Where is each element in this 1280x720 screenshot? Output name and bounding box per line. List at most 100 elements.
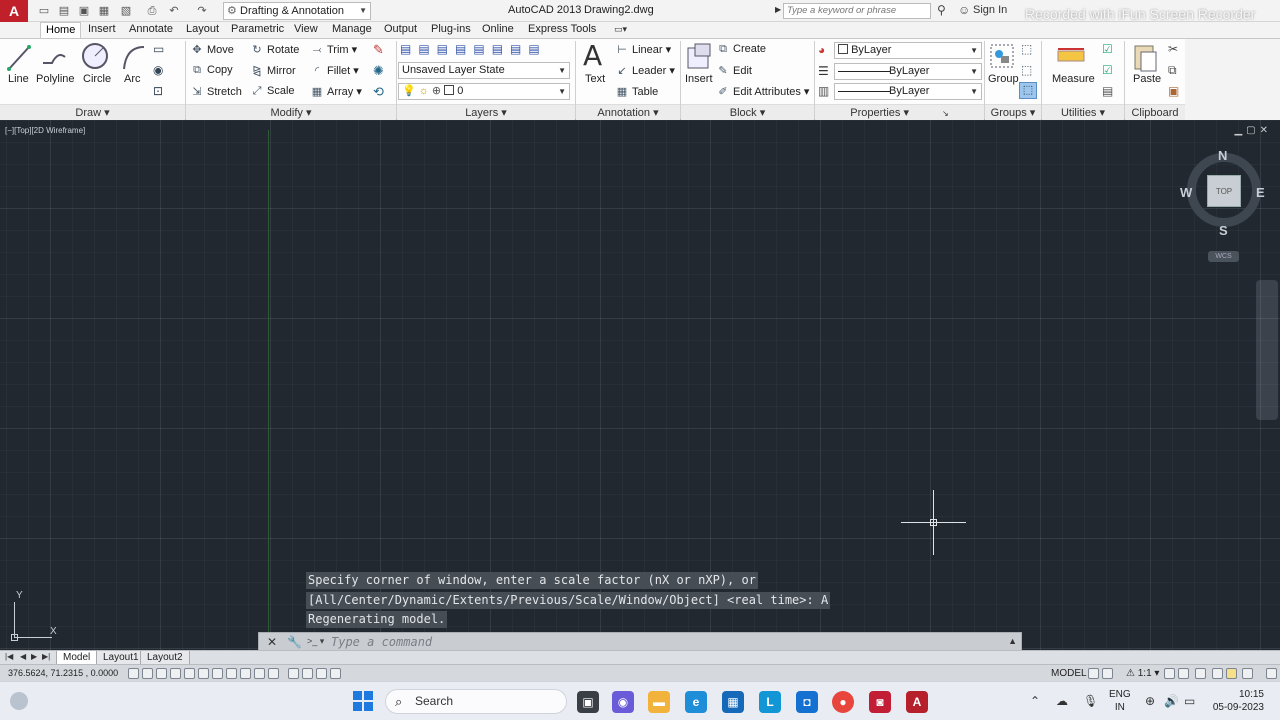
compass-west[interactable]: W xyxy=(1180,185,1192,200)
lineweight-icon[interactable]: ☰ xyxy=(818,64,829,78)
command-input[interactable]: Type a command xyxy=(331,635,432,649)
color-dropdown[interactable]: ByLayer ▼ xyxy=(834,42,982,59)
isolate-objects-icon[interactable] xyxy=(1226,668,1237,679)
lens-app-icon[interactable]: L xyxy=(759,691,781,713)
drawing-canvas[interactable]: [−][Top][2D Wireframe] ▁▢✕ TOP N S E W W… xyxy=(0,120,1280,652)
tab-home[interactable]: Home xyxy=(40,22,82,38)
undo-icon[interactable]: ↶ xyxy=(166,3,182,19)
quick-view-layouts-icon[interactable] xyxy=(1088,668,1099,679)
osnap-icon[interactable] xyxy=(198,668,209,679)
stretch-button[interactable]: ⇲ Stretch xyxy=(190,85,241,98)
hardware-acceleration-icon[interactable] xyxy=(1242,668,1253,679)
otrack-icon[interactable] xyxy=(226,668,237,679)
arc-button[interactable]: Arc xyxy=(124,73,141,85)
linetype-dropdown[interactable]: ByLayer ▼ xyxy=(834,63,982,80)
line-button[interactable]: Line xyxy=(8,73,29,85)
quick-select-icon[interactable]: ☑ xyxy=(1102,42,1113,56)
tab-output[interactable]: Output xyxy=(379,22,422,38)
scale-button[interactable]: ⤢ Scale xyxy=(250,85,295,98)
modify-panel-title[interactable]: Modify ▾ xyxy=(186,104,396,120)
next-tab-icon[interactable]: ▶ xyxy=(31,652,37,661)
auto-scale-icon[interactable] xyxy=(1178,668,1189,679)
create-block-button[interactable]: ⧉ Create xyxy=(716,43,766,56)
zoom-app-icon[interactable]: ◘ xyxy=(796,691,818,713)
chrome-icon[interactable]: ● xyxy=(832,691,854,713)
battery-icon[interactable]: ▭ xyxy=(1184,694,1195,708)
workspace-dropdown[interactable]: ⚙ Drafting & Annotation ▼ xyxy=(223,2,371,20)
tab-parametric[interactable]: Parametric xyxy=(226,22,289,38)
last-tab-icon[interactable]: ▶| xyxy=(42,652,50,661)
onedrive-icon[interactable]: ☁ xyxy=(1056,694,1068,708)
utilities-panel-title[interactable]: Utilities ▾ xyxy=(1042,104,1124,120)
windows-start-icon[interactable] xyxy=(353,691,373,711)
help-search-input[interactable]: Type a keyword or phrase xyxy=(783,3,931,19)
grid-icon[interactable] xyxy=(156,668,167,679)
window-controls[interactable]: ▁▢✕ xyxy=(1234,125,1272,136)
copy-clip-icon[interactable]: ⧉ xyxy=(1168,63,1177,78)
linear-dimension-button[interactable]: ⊢ Linear ▾ xyxy=(615,43,671,56)
autocad-taskbar-icon[interactable]: A xyxy=(906,691,928,713)
match-properties-icon[interactable]: ◕ xyxy=(818,43,825,57)
tab-layout1[interactable]: Layout1 xyxy=(96,651,146,665)
calculator-icon[interactable]: ▤ xyxy=(1102,84,1113,98)
widgets-icon[interactable] xyxy=(10,692,28,710)
region-icon[interactable]: ⊡ xyxy=(153,84,163,98)
lock-icon[interactable] xyxy=(1212,668,1223,679)
navigation-bar[interactable] xyxy=(1256,280,1278,420)
ribbon-toggle-icon[interactable]: ▭▾ xyxy=(614,24,627,35)
group-edit-icon[interactable]: ⬚ xyxy=(1021,63,1032,77)
store-icon[interactable]: ▦ xyxy=(722,691,744,713)
paste-button[interactable]: Paste xyxy=(1133,73,1161,85)
properties-panel-title[interactable]: Properties ▾ ↘ xyxy=(815,104,984,120)
annotation-scale-dropdown[interactable]: ⚠ 1:1 ▾ xyxy=(1126,668,1159,679)
clock[interactable]: 10:15 05-09-2023 xyxy=(1208,688,1264,714)
match-icon[interactable]: ▣ xyxy=(1168,84,1179,98)
application-menu-button[interactable]: A xyxy=(0,0,28,22)
measure-button[interactable]: Measure xyxy=(1052,73,1095,85)
ungroup-icon[interactable]: ⬚ xyxy=(1021,42,1032,56)
ortho-icon[interactable] xyxy=(170,668,181,679)
language-indicator[interactable]: ENG IN xyxy=(1109,688,1131,714)
lineweight-dropdown[interactable]: ByLayer ▼ xyxy=(834,83,982,100)
layer-tools-icons[interactable]: ▤▤▤▤▤▤▤▤ xyxy=(400,42,547,56)
coordinate-readout[interactable]: 376.5624, 71.2315 , 0.0000 xyxy=(8,668,118,678)
draw-panel-title[interactable]: Draw ▾ xyxy=(0,104,185,120)
table-button[interactable]: ▦ Table xyxy=(615,85,659,98)
groups-panel-title[interactable]: Groups ▾ xyxy=(985,104,1041,120)
select-all-icon[interactable]: ☑ xyxy=(1102,63,1113,77)
sign-in-link[interactable]: Sign In xyxy=(973,4,1007,16)
edit-attributes-button[interactable]: ✐ Edit Attributes ▾ xyxy=(716,85,809,98)
ducs-icon[interactable] xyxy=(240,668,251,679)
rotate-button[interactable]: ↻ Rotate xyxy=(250,43,299,56)
task-view-icon[interactable]: ▣ xyxy=(577,691,599,713)
file-explorer-icon[interactable]: ▬ xyxy=(648,691,670,713)
circle-button[interactable]: Circle xyxy=(83,73,111,85)
sc-icon[interactable] xyxy=(316,668,327,679)
array-button[interactable]: ▦ Array ▾ xyxy=(310,85,362,98)
viewcube-top-face[interactable]: TOP xyxy=(1207,175,1241,207)
layers-panel-title[interactable]: Layers ▾ xyxy=(397,104,575,120)
prev-tab-icon[interactable]: ◀ xyxy=(20,652,26,661)
workspace-switching-icon[interactable] xyxy=(1195,668,1206,679)
volume-icon[interactable]: 🔊 xyxy=(1164,694,1179,708)
layer-state-dropdown[interactable]: Unsaved Layer State ▼ xyxy=(398,62,570,79)
chevron-up-icon[interactable]: ▲ xyxy=(1008,636,1017,646)
compass-south[interactable]: S xyxy=(1219,223,1228,238)
wcs-menu[interactable]: WCS xyxy=(1208,251,1239,262)
open-file-icon[interactable]: ▤ xyxy=(56,3,72,19)
teams-chat-icon[interactable]: ◉ xyxy=(612,691,634,713)
transparency-icon[interactable]: ▥ xyxy=(818,84,829,98)
search-expand-icon[interactable]: ▶ xyxy=(775,5,781,14)
tray-overflow-icon[interactable]: ⌃ xyxy=(1030,694,1040,708)
group-button[interactable]: Group xyxy=(988,73,1019,85)
edge-browser-icon[interactable]: e xyxy=(685,691,707,713)
tab-express-tools[interactable]: Express Tools xyxy=(523,22,601,38)
print-icon[interactable]: ⎙ xyxy=(144,3,160,19)
clean-screen-icon[interactable] xyxy=(1266,668,1277,679)
polar-icon[interactable] xyxy=(184,668,195,679)
close-icon[interactable]: ✕ xyxy=(267,635,277,649)
redo-icon[interactable]: ↷ xyxy=(194,3,210,19)
tab-annotate[interactable]: Annotate xyxy=(124,22,178,38)
wrench-icon[interactable]: 🔧 xyxy=(287,635,302,649)
tab-layout[interactable]: Layout xyxy=(181,22,224,38)
